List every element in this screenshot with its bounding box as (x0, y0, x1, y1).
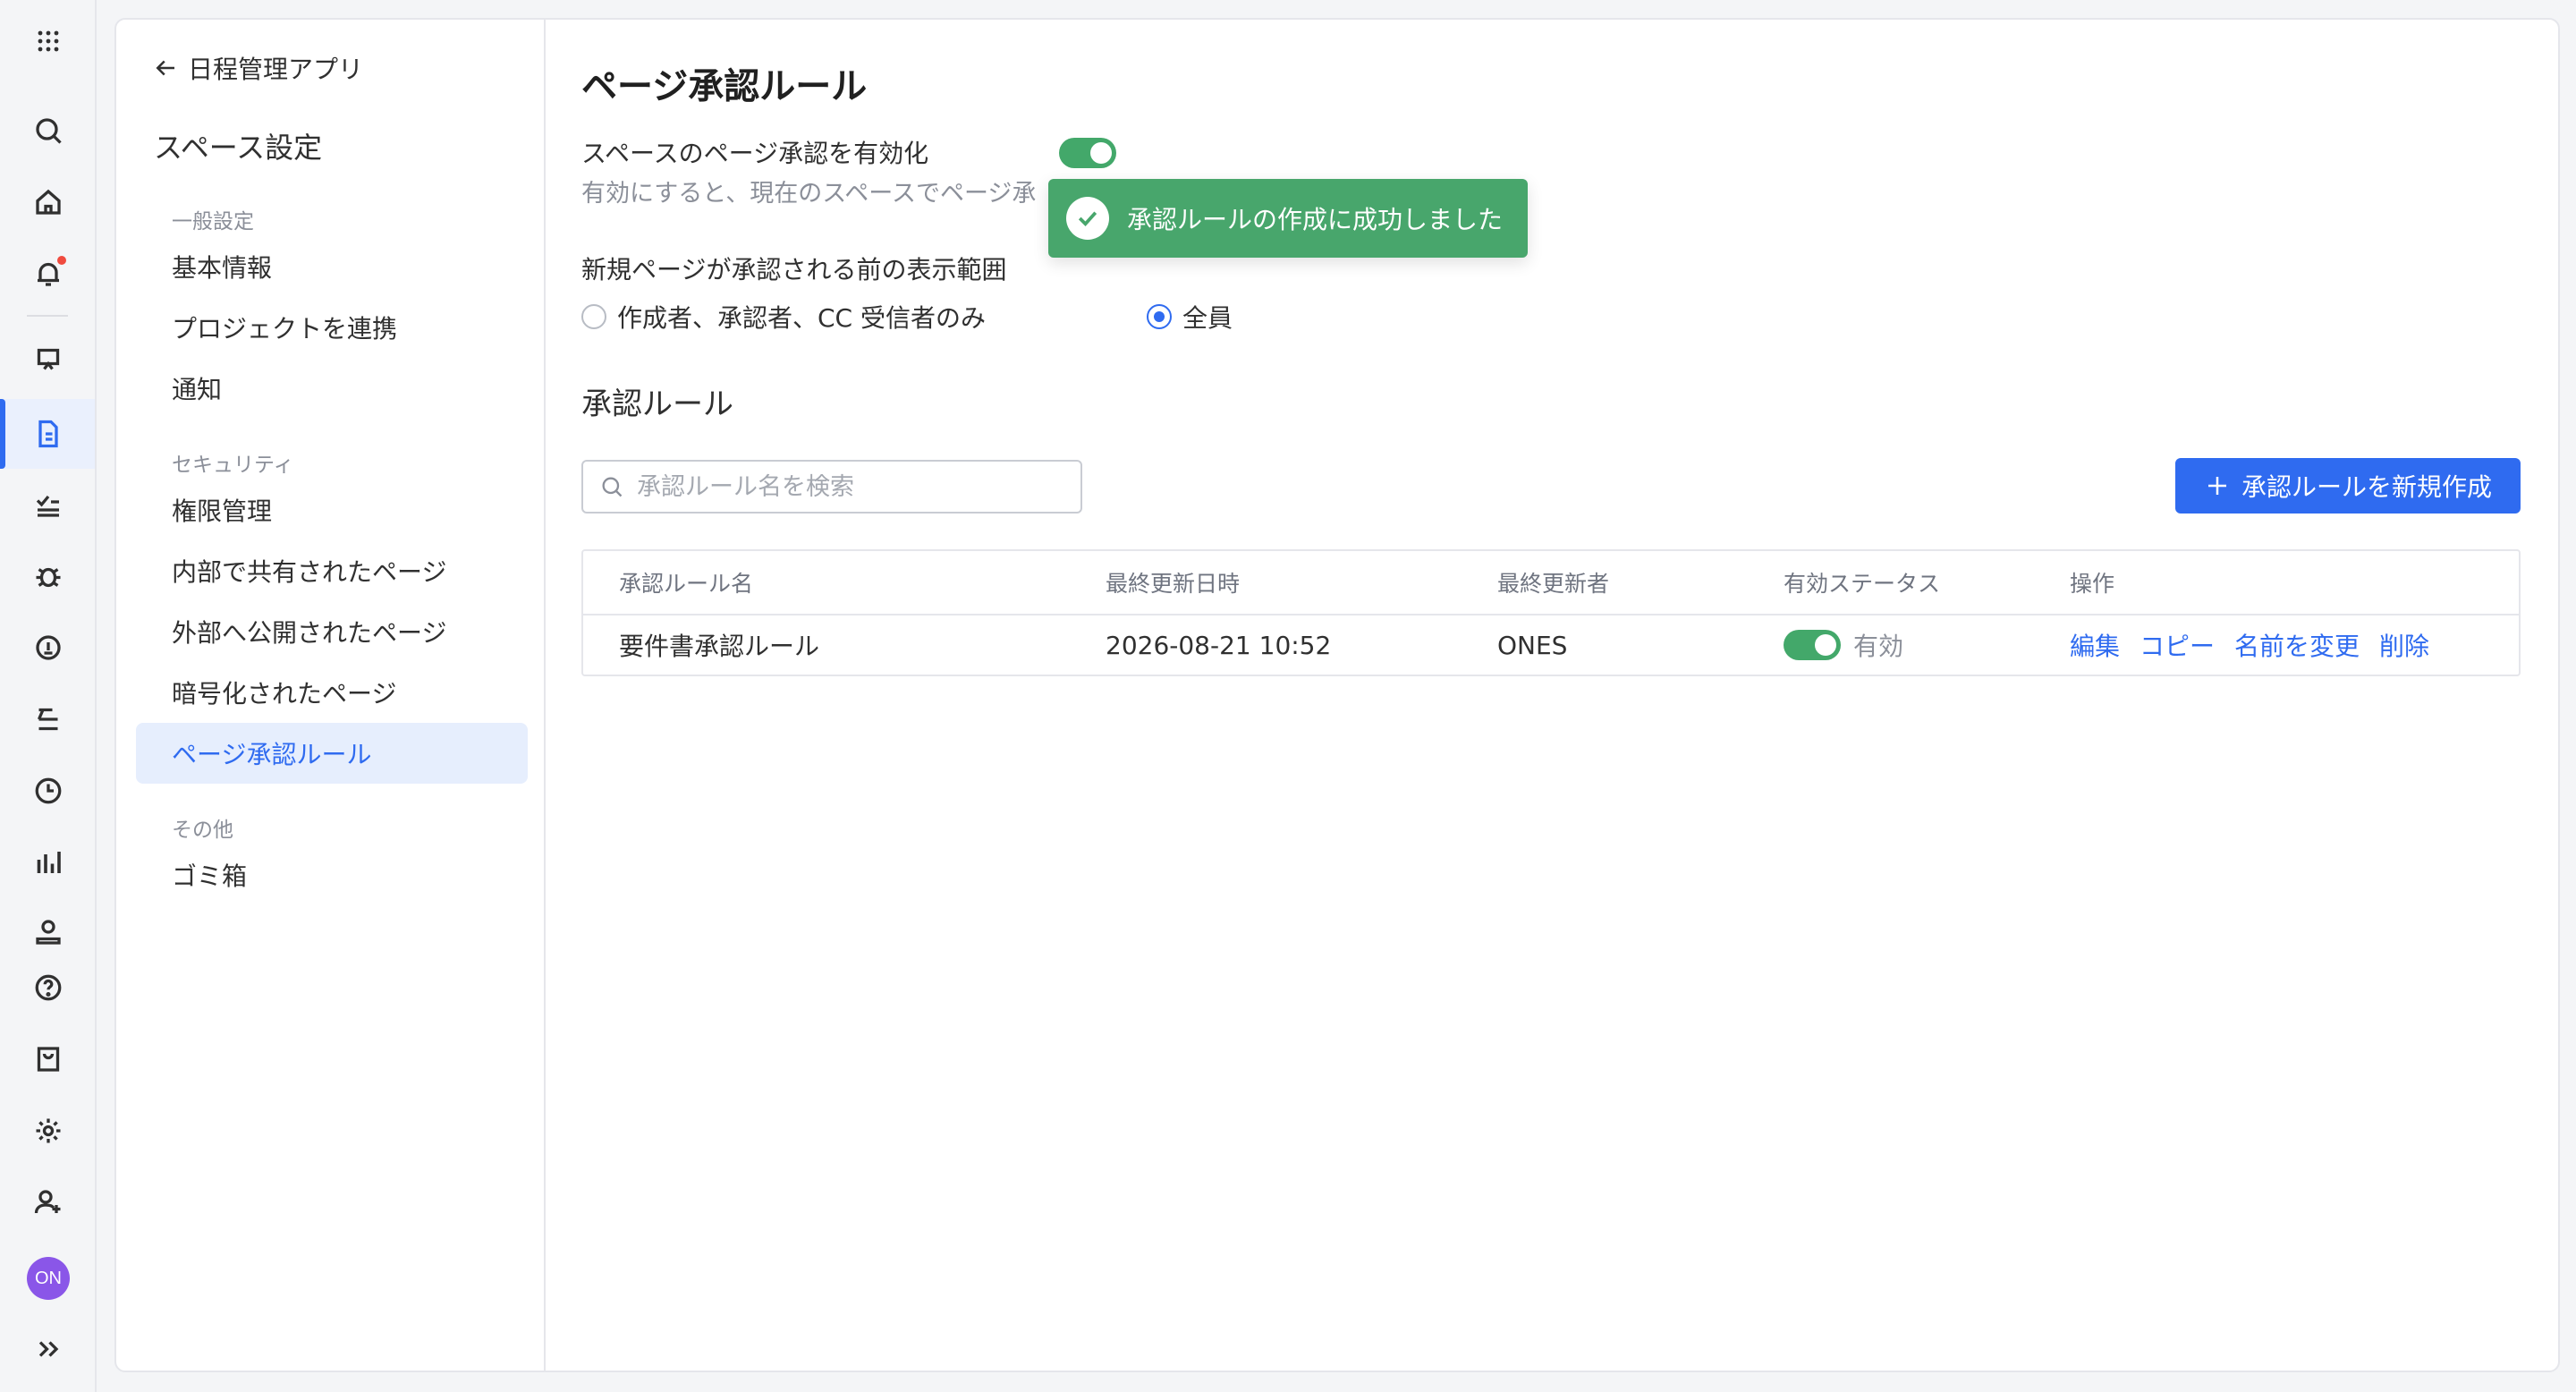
sidebar-item-approval-rules[interactable]: ページ承認ルール (136, 723, 528, 784)
page-title: ページ承認ルール (581, 66, 868, 107)
back-link[interactable]: 日程管理アプリ (152, 50, 363, 86)
header-updater: 最終更新者 (1497, 571, 1610, 597)
radio-checked[interactable] (1147, 304, 1172, 329)
rocket-icon[interactable] (21, 621, 75, 675)
list-icon[interactable] (21, 692, 75, 746)
search-icon (602, 477, 623, 497)
rename-link[interactable]: 名前を変更 (2234, 627, 2360, 663)
radio-unchecked[interactable] (581, 304, 606, 329)
success-toast: 承認ルールの作成に成功しました (1048, 179, 1528, 258)
left-rail: ON (0, 0, 97, 1392)
edit-link[interactable]: 編集 (2070, 627, 2120, 663)
help-icon[interactable] (21, 961, 75, 1014)
monitor-icon[interactable] (21, 333, 75, 386)
sidebar-item-basic-info[interactable]: 基本情報 (136, 236, 528, 297)
sidebar-item-internal-shared[interactable]: 内部で共有されたページ (136, 540, 528, 601)
new-rule-button[interactable]: 承認ルールを新規作成 (2174, 458, 2521, 514)
header-status: 有効ステータス (1784, 571, 1941, 597)
check-circle-icon (1066, 197, 1109, 240)
back-label: 日程管理アプリ (188, 55, 364, 84)
chart-icon[interactable] (21, 836, 75, 889)
clock-icon[interactable] (21, 764, 75, 818)
arrow-left-icon (156, 60, 174, 76)
rule-status: 有効 (1784, 614, 1903, 676)
delete-link[interactable]: 削除 (2379, 627, 2429, 663)
rule-updater: ONES (1497, 630, 1568, 660)
bug-icon[interactable] (21, 549, 75, 603)
rail-active-indicator (0, 399, 5, 469)
group-label-security: セキュリティ (172, 454, 294, 477)
visibility-option-everyone[interactable]: 全員 (1147, 299, 1233, 335)
sidebar-item-permissions[interactable]: 権限管理 (136, 480, 528, 540)
toast-message: 承認ルールの作成に成功しました (1127, 205, 1504, 234)
search-icon[interactable] (21, 104, 75, 157)
visibility-option-limited[interactable]: 作成者、承認者、CC 受信者のみ (581, 299, 986, 335)
notification-dot (57, 256, 66, 265)
bell-icon[interactable] (21, 247, 75, 301)
double-chevron-right-icon[interactable] (21, 1322, 75, 1376)
rules-section-title: 承認ルール (581, 386, 733, 422)
visibility-option-label: 全員 (1182, 303, 1233, 333)
user-stamp-icon[interactable] (21, 905, 75, 959)
rule-enabled-toggle[interactable] (1784, 630, 1841, 660)
new-rule-button-label: 承認ルールを新規作成 (2241, 472, 2492, 502)
space-settings-title: スペース設定 (154, 131, 323, 165)
settings-sidebar: 日程管理アプリ スペース設定 一般設定 基本情報 プロジェクトを連携 通知 セキ… (116, 20, 546, 1371)
header-updated: 最終更新日時 (1106, 571, 1241, 597)
rule-search-box[interactable] (581, 460, 1082, 514)
rule-name: 要件書承認ルール (619, 632, 820, 661)
header-rule-name: 承認ルール名 (619, 571, 754, 597)
visibility-label: 新規ページが承認される前の表示範囲 (581, 255, 1007, 284)
group-label-general: 一般設定 (172, 210, 254, 233)
rules-table: 承認ルール名 最終更新日時 最終更新者 有効ステータス 操作 要件書承認ルール … (581, 549, 2521, 676)
header-actions: 操作 (2070, 571, 2115, 597)
visibility-option-label: 作成者、承認者、CC 受信者のみ (617, 303, 987, 333)
home-icon[interactable] (21, 175, 75, 229)
document-icon[interactable] (21, 407, 75, 461)
table-header: 承認ルール名 最終更新日時 最終更新者 有効ステータス 操作 (583, 551, 2519, 615)
group-label-other: その他 (172, 819, 233, 842)
sidebar-item-external-public[interactable]: 外部へ公開されたページ (136, 601, 528, 662)
enable-approval-hint: 有効にすると、現在のスペースでページ承 (581, 180, 1037, 208)
apps-grid-icon[interactable] (21, 14, 75, 68)
main-content: ページ承認ルール スペースのページ承認を有効化 有効にすると、現在のスペースでペ… (546, 20, 2558, 1371)
add-user-icon[interactable] (21, 1176, 75, 1229)
sidebar-item-encrypted[interactable]: 暗号化されたページ (136, 662, 528, 723)
shopping-bag-icon[interactable] (21, 1032, 75, 1086)
rule-status-label: 有効 (1853, 632, 1904, 661)
rule-actions: 編集 コピー 名前を変更 削除 (2070, 614, 2449, 676)
enable-approval-toggle[interactable] (1059, 138, 1116, 168)
plus-icon (2207, 477, 2226, 495)
avatar[interactable]: ON (27, 1257, 70, 1300)
rule-updated: 2026-08-21 10:52 (1106, 630, 1332, 660)
rail-divider (27, 315, 68, 317)
enable-approval-label: スペースのページ承認を有効化 (581, 139, 929, 168)
task-check-icon[interactable] (21, 478, 75, 531)
copy-link[interactable]: コピー (2140, 627, 2215, 663)
sidebar-item-link-project[interactable]: プロジェクトを連携 (136, 297, 528, 358)
settings-icon[interactable] (21, 1104, 75, 1158)
sidebar-item-notifications[interactable]: 通知 (136, 358, 528, 419)
table-row: 要件書承認ルール 2026-08-21 10:52 ONES 有効 編集 コピー… (583, 614, 2519, 676)
rule-search-input[interactable] (635, 471, 1059, 502)
sidebar-item-trash[interactable]: ゴミ箱 (136, 845, 528, 905)
